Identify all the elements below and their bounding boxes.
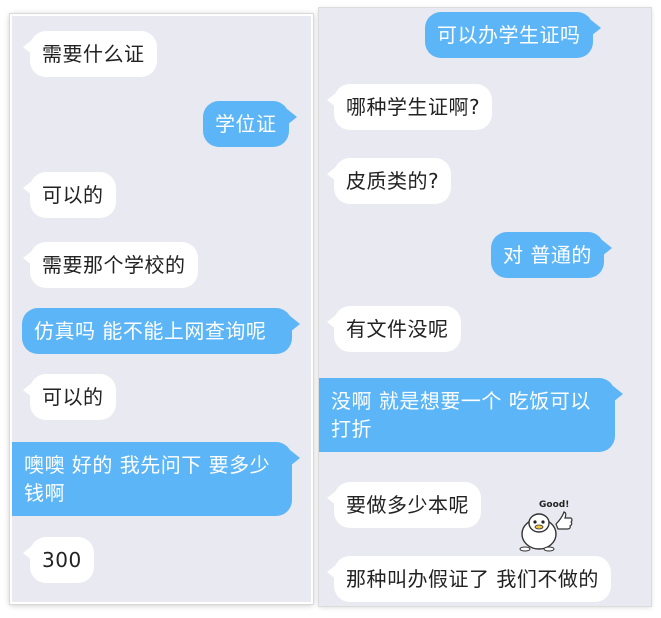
message-incoming[interactable]: 需要什么证 [23, 31, 157, 77]
message-outgoing[interactable]: 对 普通的 [491, 232, 612, 278]
message-incoming[interactable]: 那种叫办假证了 我们不做的 [327, 556, 611, 602]
duck-thumbs-up-sticker: Good! [519, 500, 573, 552]
message-outgoing[interactable]: 学位证 [203, 101, 296, 147]
message-incoming[interactable]: 300 [23, 537, 94, 583]
message-outgoing[interactable]: 噢噢 好的 我先问下 要多少钱啊 [12, 442, 300, 516]
message-outgoing[interactable]: 仿真吗 能不能上网查询呢 [22, 308, 300, 354]
message-incoming[interactable]: 可以的 [23, 374, 116, 420]
message-incoming[interactable]: 需要那个学校的 [23, 242, 198, 288]
message-outgoing[interactable]: 可以办学生证吗 [425, 12, 600, 58]
sticker-text: Good! [539, 500, 569, 510]
message-incoming[interactable]: 哪种学生证啊? [326, 84, 493, 130]
message-incoming[interactable]: 有文件没呢 [327, 306, 461, 352]
chat-panel-left: 需要什么证 学位证 可以的 需要那个学校的 仿真吗 能不能上网查询呢 可以的 噢… [10, 14, 313, 604]
message-outgoing[interactable]: 没啊 就是想要一个 吃饭可以打折 [319, 378, 623, 452]
message-incoming[interactable]: 皮质类的? [326, 158, 452, 204]
message-incoming[interactable]: 可以的 [23, 172, 116, 218]
chat-panel-right: 可以办学生证吗 哪种学生证啊? 皮质类的? 对 普通的 有文件没呢 没啊 就是想… [319, 8, 651, 606]
message-incoming[interactable]: 要做多少本呢 [327, 482, 481, 528]
